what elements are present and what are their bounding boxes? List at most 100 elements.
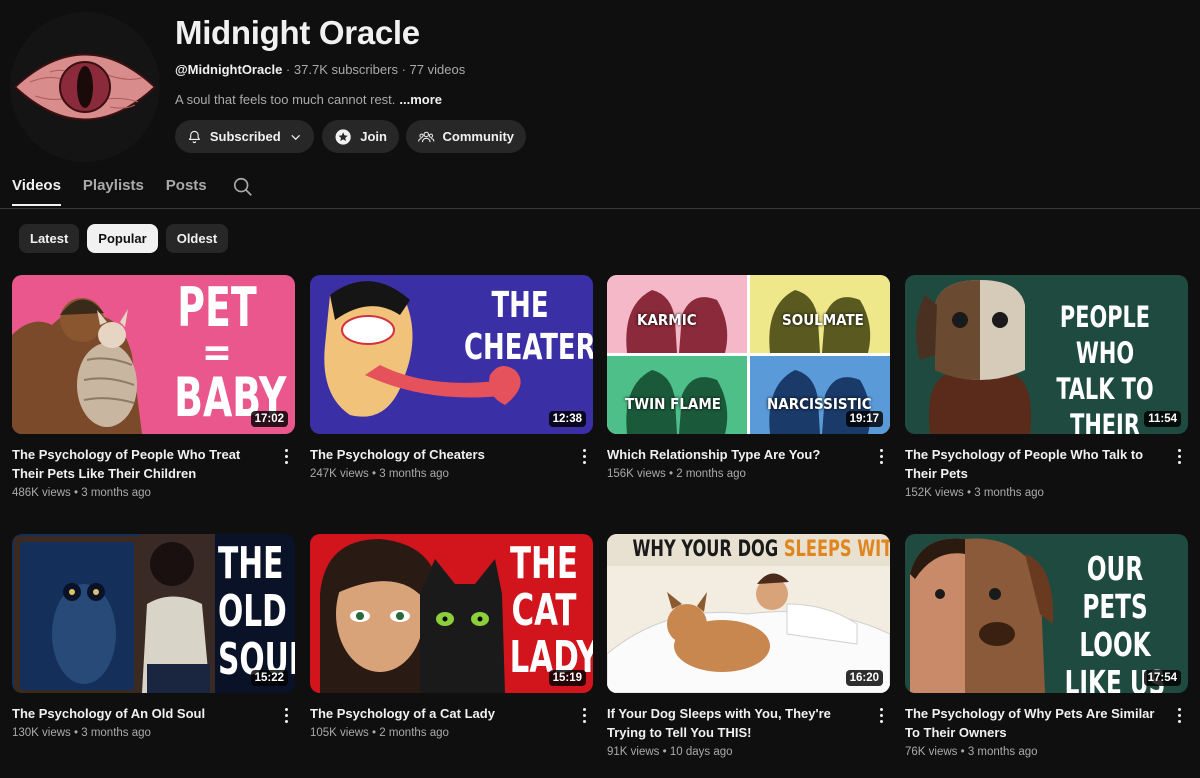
video-card: PEOPLE WHO TALK TO THEIR PETS 11:54 The … [905, 275, 1188, 499]
community-button[interactable]: Community [406, 120, 526, 153]
more-options-icon[interactable] [876, 706, 886, 724]
video-meta: 76K views • 3 months ago [905, 746, 1038, 758]
join-button[interactable]: Join [322, 120, 399, 153]
video-title[interactable]: The Psychology of An Old Soul [12, 704, 267, 723]
thumb-label-soulmate: SOULMATE [782, 311, 864, 329]
chevron-down-icon [290, 134, 300, 140]
duration-badge: 11:54 [1144, 411, 1181, 427]
video-meta: 156K views • 2 months ago [607, 468, 746, 480]
video-meta: 247K views • 3 months ago [310, 468, 449, 480]
upload-age: 3 months ago [379, 468, 449, 480]
upload-age: 2 months ago [676, 468, 746, 480]
channel-tabs: Videos Playlists Posts [12, 172, 207, 208]
upload-age: 3 months ago [81, 727, 151, 739]
view-count: 105K views [310, 727, 369, 739]
tab-posts[interactable]: Posts [166, 172, 207, 206]
upload-age: 3 months ago [967, 746, 1038, 758]
video-title[interactable]: Which Relationship Type Are You? [607, 445, 862, 464]
channel-avatar[interactable] [10, 12, 160, 162]
duration-badge: 15:22 [250, 670, 288, 686]
view-count: 152K views [905, 487, 964, 499]
chip-latest[interactable]: Latest [19, 224, 80, 253]
thumb-word: THE [509, 538, 579, 589]
thumb-label-twin-flame: TWIN FLAME [625, 395, 722, 413]
thumb-word: LOOK [1079, 625, 1151, 664]
more-options-icon[interactable] [579, 447, 589, 465]
view-count: 486K views [12, 487, 71, 499]
tabs-divider [0, 208, 1200, 209]
video-card: WHY YOUR DOG SLEEPS WITH YOU 16:20 If Yo… [607, 534, 890, 758]
join-label: Join [360, 129, 387, 144]
thumb-label-karmic: KARMIC [637, 311, 697, 329]
thumb-word: OUR PETS [1082, 549, 1148, 626]
channel-handle: @MidnightOracle [175, 62, 283, 77]
subscribed-label: Subscribed [209, 129, 281, 144]
video-title[interactable]: The Psychology of People Who Treat Their… [12, 445, 267, 483]
more-options-icon[interactable] [579, 706, 589, 724]
video-title[interactable]: If Your Dog Sleeps with You, They're Try… [607, 704, 862, 742]
tab-playlists[interactable]: Playlists [83, 172, 144, 206]
more-options-icon[interactable] [1174, 447, 1184, 465]
community-label: Community [442, 129, 515, 144]
duration-badge: 17:54 [1143, 670, 1181, 686]
thumb-word: THE [218, 538, 284, 589]
eye-logo-icon [10, 12, 160, 162]
view-count: 91K views [607, 746, 660, 758]
thumb-word: CHEATER [464, 327, 593, 368]
thumb-word: PET [177, 276, 257, 339]
video-thumbnail[interactable]: THE OLD SOUL 15:22 [12, 534, 295, 693]
more-options-icon[interactable] [876, 447, 886, 465]
video-card: PET = BABY 17:02 The Psychology of Peopl… [12, 275, 295, 499]
bell-icon [188, 130, 200, 143]
video-thumbnail[interactable]: PEOPLE WHO TALK TO THEIR PETS 11:54 [905, 275, 1188, 434]
thumbnail-overlay-text: PET = BABY [162, 276, 286, 425]
duration-badge: 12:38 [548, 411, 586, 427]
more-options-icon[interactable] [281, 706, 291, 724]
video-count: 77 videos [409, 62, 466, 77]
video-title[interactable]: The Psychology of Why Pets Are Similar T… [905, 704, 1160, 742]
community-icon [418, 131, 435, 142]
video-thumbnail[interactable]: OUR PETS LOOK LIKE US 17:54 [905, 534, 1188, 693]
video-card: THE CHEATER 12:38 The Psychology of Chea… [310, 275, 593, 480]
channel-search-button[interactable] [232, 176, 254, 203]
more-options-icon[interactable] [281, 447, 291, 465]
video-title[interactable]: The Psychology of Cheaters [310, 445, 565, 464]
video-thumbnail[interactable]: THE CAT LADY 15:19 [310, 534, 593, 693]
duration-badge: 17:02 [250, 411, 288, 427]
video-title[interactable]: The Psychology of a Cat Lady [310, 704, 565, 723]
thumb-word: WHY YOUR DOG [632, 537, 779, 562]
channel-meta: @MidnightOracle · 37.7K subscribers · 77… [175, 62, 465, 77]
video-thumbnail[interactable]: WHY YOUR DOG SLEEPS WITH YOU 16:20 [607, 534, 890, 693]
search-icon [233, 177, 252, 196]
chip-oldest[interactable]: Oldest [165, 224, 229, 253]
thumbnail-overlay-text: THE CHEATER [450, 285, 593, 369]
video-title[interactable]: The Psychology of People Who Talk to The… [905, 445, 1160, 483]
video-card: OUR PETS LOOK LIKE US 17:54 The Psycholo… [905, 534, 1188, 758]
description-text: A soul that feels too much cannot rest. [175, 92, 396, 107]
video-thumbnail[interactable]: PET = BABY 17:02 [12, 275, 295, 434]
star-badge-icon [335, 128, 351, 145]
more-link[interactable]: ...more [399, 92, 442, 107]
subscribed-button[interactable]: Subscribed [175, 120, 314, 153]
thumb-word: TALK TO [1056, 372, 1154, 406]
video-card: THE OLD SOUL 15:22 The Psychology of An … [12, 534, 295, 739]
view-count: 130K views [12, 727, 71, 739]
subscriber-count: 37.7K subscribers [293, 62, 398, 77]
upload-age: 3 months ago [81, 487, 151, 499]
chip-popular[interactable]: Popular [87, 224, 158, 253]
channel-description: A soul that feels too much cannot rest..… [175, 92, 442, 107]
view-count: 247K views [310, 468, 369, 480]
video-thumbnail[interactable]: KARMIC SOULMATE TWIN FLAME NARCISSISTIC … [607, 275, 890, 434]
video-thumbnail[interactable]: THE CHEATER 12:38 [310, 275, 593, 434]
meta-separator: · [285, 62, 291, 77]
video-meta: 130K views • 3 months ago [12, 727, 151, 739]
tab-videos[interactable]: Videos [12, 172, 61, 206]
video-meta: 152K views • 3 months ago [905, 487, 1044, 499]
meta-separator: · [401, 62, 406, 77]
video-card: KARMIC SOULMATE TWIN FLAME NARCISSISTIC … [607, 275, 890, 480]
thumb-word: OLD [218, 586, 287, 637]
more-options-icon[interactable] [1174, 706, 1184, 724]
thumb-word: SLEEPS WITH YOU [783, 537, 890, 562]
channel-name: Midnight Oracle [175, 14, 420, 51]
duration-badge: 15:19 [548, 670, 586, 686]
